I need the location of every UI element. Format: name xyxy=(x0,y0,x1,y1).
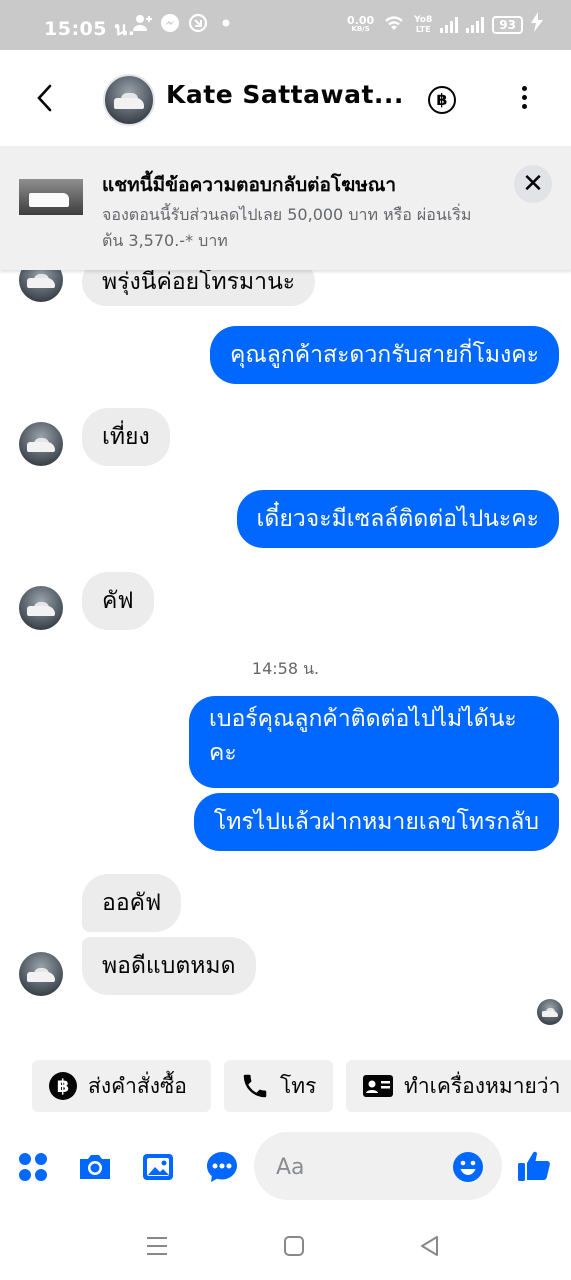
sender-avatar xyxy=(19,586,63,630)
gallery-icon[interactable] xyxy=(141,1150,175,1184)
message-bubble-outgoing[interactable]: เดี๋ยวจะมีเซลล์ติดต่อไปนะคะ xyxy=(236,490,559,548)
like-icon[interactable] xyxy=(516,1148,550,1182)
message-timestamp: 14:58 น. xyxy=(251,659,320,678)
message-list[interactable]: พรุ่งนี้ค่อยโทรมานะ คุณลูกค้าสะดวกรับสาย… xyxy=(0,270,571,1030)
camera-icon[interactable] xyxy=(77,1150,111,1184)
phone-icon xyxy=(240,1071,270,1101)
message-bubble-outgoing[interactable]: เบอร์คุณลูกค้าติดต่อไปไม่ได้นะ คะ xyxy=(189,696,559,788)
chevron-left-icon xyxy=(37,84,52,112)
battery-indicator: 93 xyxy=(492,15,523,34)
volte-top: Yo8 xyxy=(414,14,433,25)
message-input-box[interactable] xyxy=(254,1132,502,1200)
contact-name[interactable]: Kate Sattawat... xyxy=(166,80,404,109)
close-icon[interactable]: ✕ xyxy=(514,165,552,203)
chat-bubble-icon[interactable] xyxy=(205,1150,239,1184)
recent-apps-icon[interactable] xyxy=(145,1234,171,1260)
back-button[interactable] xyxy=(30,80,60,116)
charging-icon xyxy=(531,12,543,37)
net-speed: 0.00 KB/S xyxy=(347,13,375,34)
net-speed-value: 0.00 xyxy=(347,13,375,27)
call-label: โทร xyxy=(280,1073,317,1098)
status-bar: 15:05 น. 0.00 KB/S Yo8 LTE 93 xyxy=(0,0,571,50)
message-bubble-incoming[interactable]: พอดีแบตหมด xyxy=(82,937,256,995)
wifi-icon xyxy=(382,12,406,37)
person-add-icon xyxy=(132,13,152,38)
message-bubble-incoming[interactable]: ออคัฟ xyxy=(82,874,182,932)
notification-icons xyxy=(132,13,236,38)
back-triangle-icon[interactable] xyxy=(418,1234,444,1260)
ad-thumbnail xyxy=(19,179,83,215)
sender-avatar xyxy=(19,270,63,302)
volte-bottom: LTE xyxy=(415,24,431,34)
dot-icon xyxy=(216,13,236,38)
ad-banner-description: จองตอนนี้รับส่วนลดไปเลย 50,000 บาท หรือ … xyxy=(102,205,472,250)
sender-avatar xyxy=(19,952,63,996)
seen-indicator-avatar xyxy=(537,999,563,1025)
message-composer xyxy=(0,1128,571,1204)
message-bubble-outgoing[interactable]: โทรไปแล้วฝากหมายเลขโทรกลับ xyxy=(193,793,559,851)
chat-header: Kate Sattawat... ฿ xyxy=(0,50,571,146)
message-bubble-incoming[interactable]: เที่ยง xyxy=(82,408,170,466)
message-line: เบอร์คุณลูกค้าติดต่อไปไม่ได้นะ xyxy=(209,706,517,732)
baht-icon: ฿ xyxy=(48,1071,78,1101)
call-button[interactable]: โทร xyxy=(224,1060,333,1112)
contact-avatar[interactable] xyxy=(103,74,155,126)
apps-icon[interactable] xyxy=(16,1150,50,1184)
message-bubble-incoming[interactable]: พรุ่งนี้ค่อยโทรมานะ xyxy=(82,270,316,306)
message-input[interactable] xyxy=(274,1150,448,1184)
quick-actions-bar: ฿ ส่งคำสั่งซื้อ โทร ทำเครื่องหมายว่า xyxy=(0,1060,571,1112)
system-navigation-bar xyxy=(0,1212,571,1280)
status-time: 15:05 น. xyxy=(44,18,136,40)
home-icon[interactable] xyxy=(282,1234,308,1260)
message-bubble-outgoing[interactable]: คุณลูกค้าสะดวกรับสายกี่โมงคะ xyxy=(209,326,559,384)
mark-as-label: ทำเครื่องหมายว่า xyxy=(404,1073,561,1098)
messenger-icon xyxy=(160,13,180,38)
ad-reply-banner[interactable]: แชทนี้มีข้อความตอบกลับต่อโฆษณา จองตอนนี้… xyxy=(0,146,571,270)
status-right: 0.00 KB/S Yo8 LTE 93 xyxy=(347,12,543,37)
mark-as-button[interactable]: ทำเครื่องหมายว่า xyxy=(346,1060,571,1112)
sender-avatar xyxy=(19,422,63,466)
ad-banner-title: แชทนี้มีข้อความตอบกลับต่อโฆษณา xyxy=(102,174,397,196)
baht-icon[interactable]: ฿ xyxy=(428,86,456,114)
emoji-icon[interactable] xyxy=(452,1151,484,1183)
message-bubble-incoming[interactable]: คัฟ xyxy=(82,572,154,630)
volte-indicator: Yo8 LTE xyxy=(414,14,433,34)
send-order-label: ส่งคำสั่งซื้อ xyxy=(88,1073,187,1098)
contact-card-icon xyxy=(362,1073,394,1099)
signal-icon-1 xyxy=(440,16,459,33)
signal-icon-2 xyxy=(466,16,485,33)
sync-icon xyxy=(188,13,208,38)
message-line: คะ xyxy=(209,740,237,766)
more-options-icon[interactable] xyxy=(516,86,532,112)
svg-text:฿: ฿ xyxy=(57,1076,70,1097)
send-order-button[interactable]: ฿ ส่งคำสั่งซื้อ xyxy=(32,1060,211,1112)
